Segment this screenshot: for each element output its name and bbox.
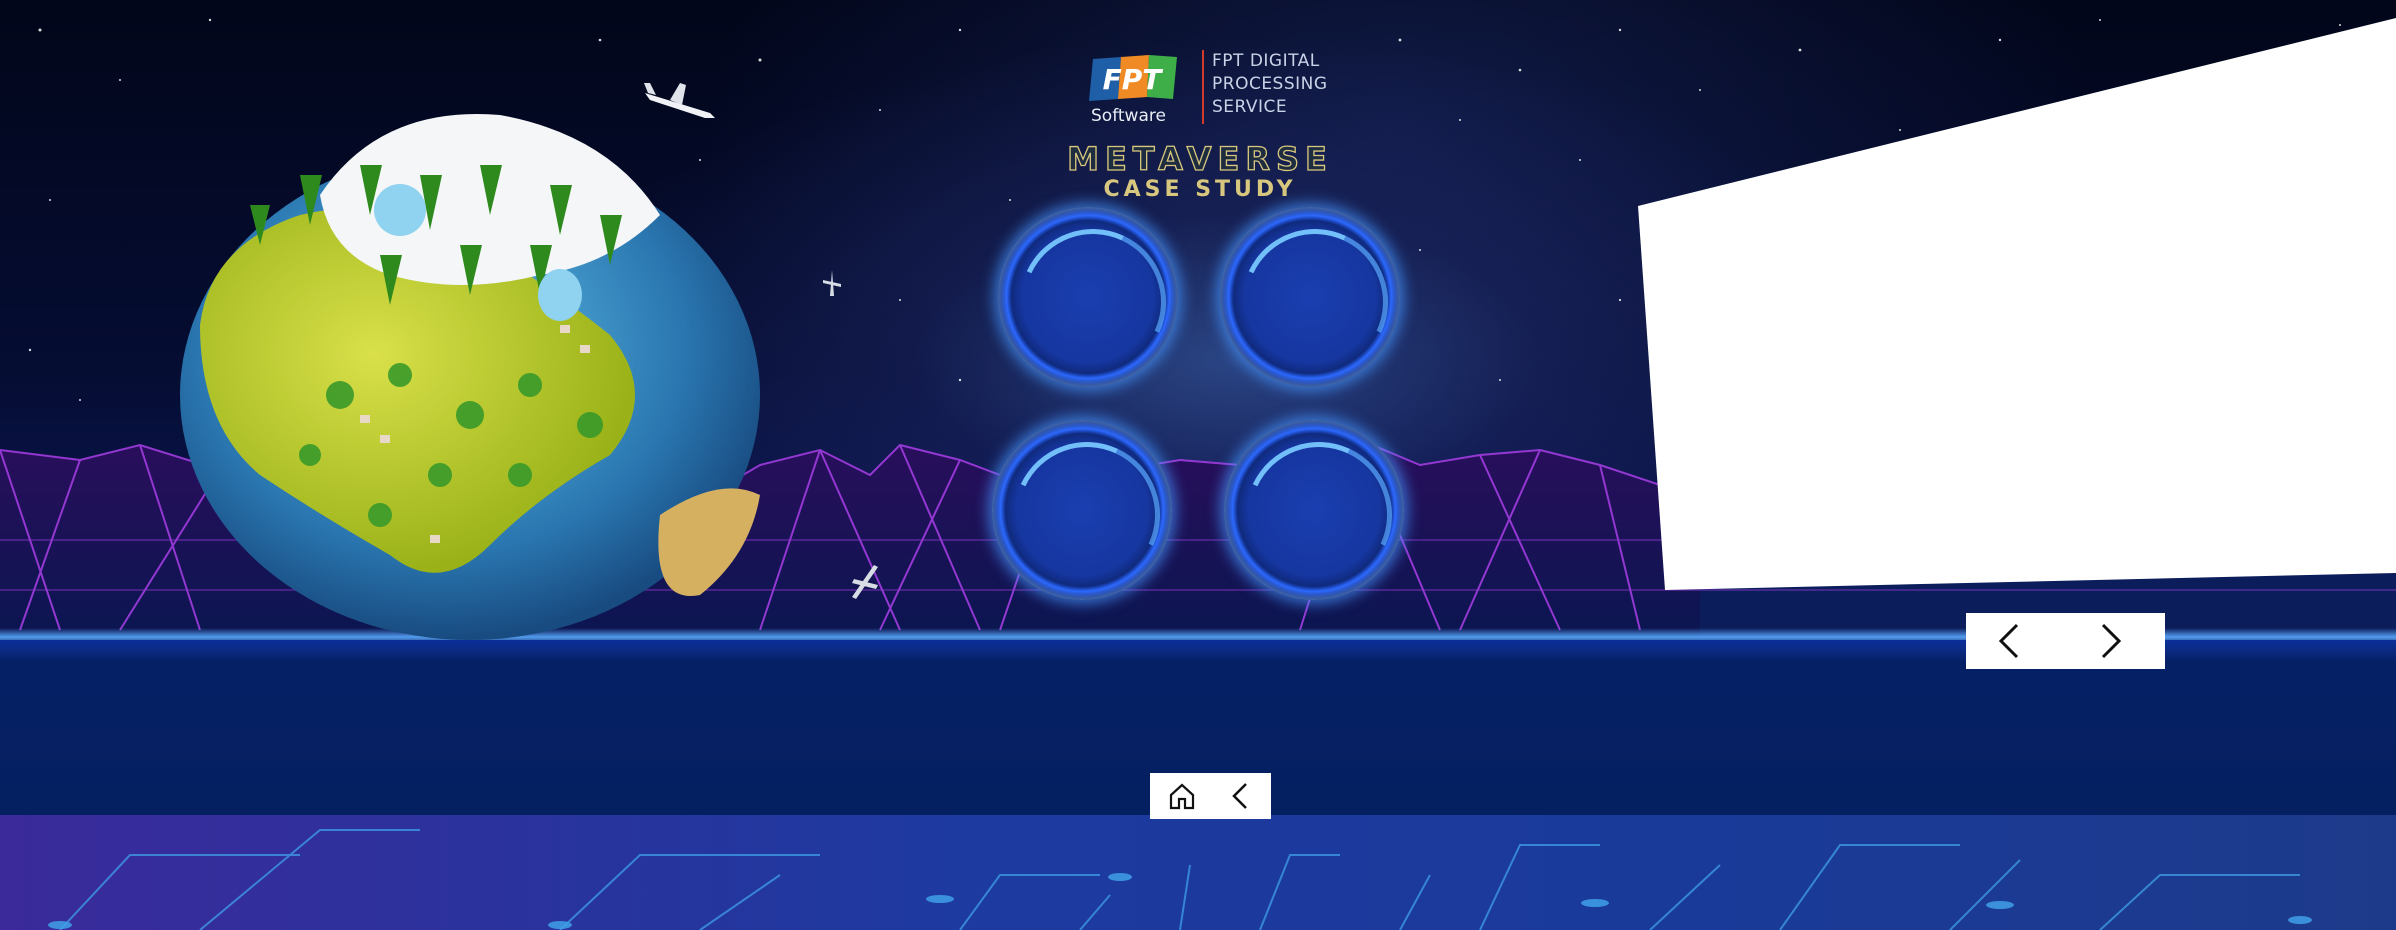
- page-title: METAVERSE CASE STUDY: [1040, 139, 1360, 202]
- panel-prev-button[interactable]: [1974, 613, 2044, 669]
- case-study-button-3[interactable]: [992, 420, 1172, 600]
- panel-nav: [1966, 613, 2165, 669]
- fpt-badge-text: FPT: [1103, 63, 1164, 96]
- case-study-button-1[interactable]: [998, 207, 1178, 387]
- logo-division-text: FPT DIGITAL PROCESSING SERVICE: [1212, 51, 1328, 117]
- logo-software-label: Software: [1091, 106, 1166, 126]
- home-icon: [1169, 783, 1194, 810]
- case-study-button-2[interactable]: [1220, 207, 1400, 387]
- chevron-left-icon: [1231, 783, 1247, 809]
- earth-globe-illustration: [180, 114, 760, 640]
- chevron-right-icon: [2101, 623, 2122, 659]
- back-button[interactable]: [1212, 773, 1267, 819]
- footer-nav: [1150, 773, 1271, 819]
- airplane-icon: [852, 565, 878, 599]
- case-study-button-4[interactable]: [1224, 420, 1404, 600]
- logo-divider: [1202, 50, 1204, 124]
- fpt-badge-icon: FPT: [1089, 55, 1177, 101]
- circuit-pattern: [48, 829, 2312, 930]
- airplane-icon: [823, 270, 841, 296]
- chevron-left-icon: [1998, 623, 2019, 659]
- airplane-icon: [644, 83, 715, 118]
- metaverse-scene: FPT Software FPT DIGITAL PROCESSING SERV…: [0, 0, 2396, 930]
- title-sub: CASE STUDY: [1103, 177, 1297, 202]
- panel-next-button[interactable]: [2076, 613, 2146, 669]
- fpt-logo: FPT Software FPT DIGITAL PROCESSING SERV…: [1085, 50, 1335, 132]
- title-main: METAVERSE: [1066, 139, 1333, 178]
- home-button[interactable]: [1154, 773, 1209, 819]
